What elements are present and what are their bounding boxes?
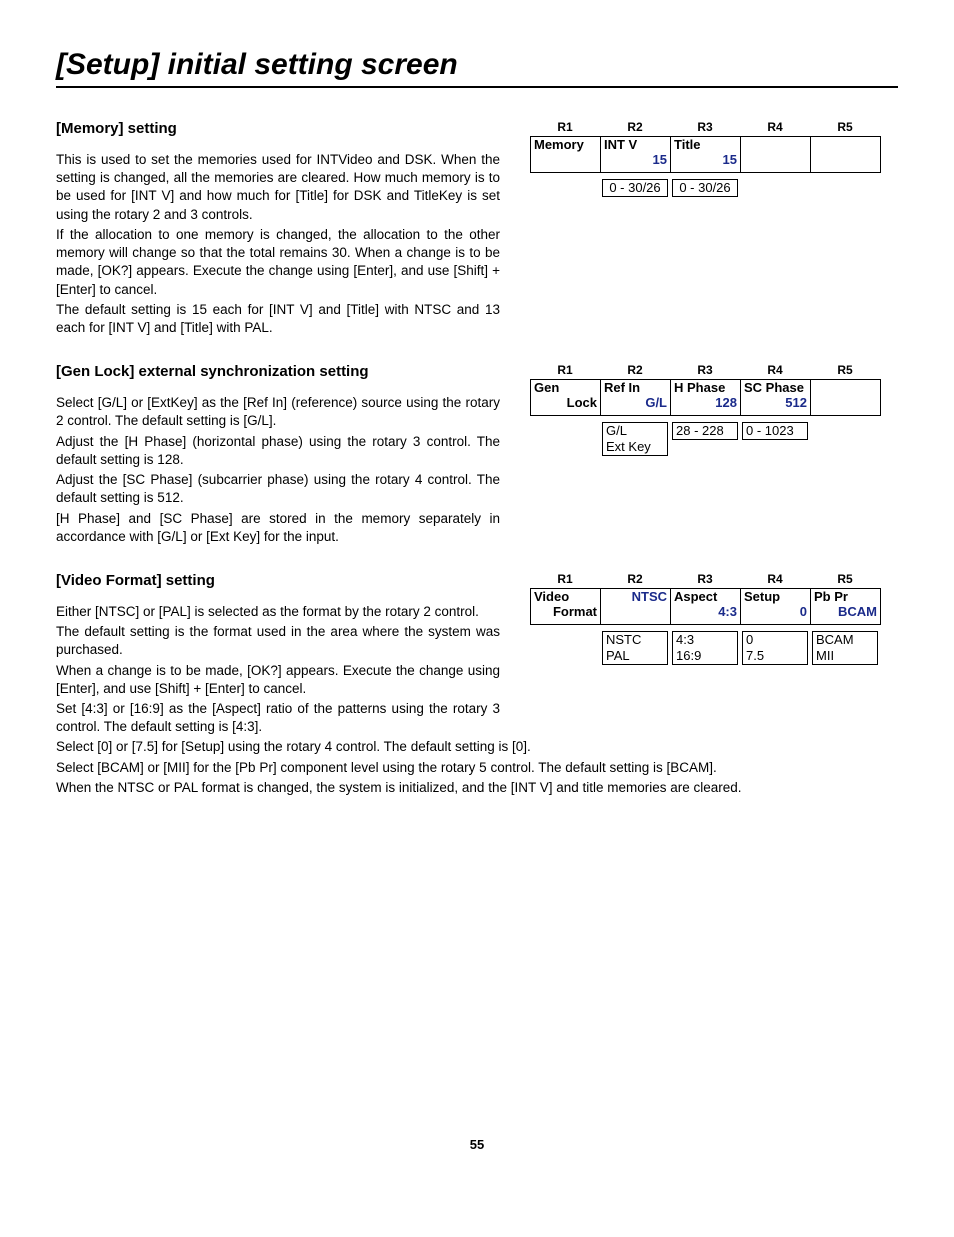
memory-range-r3: 0 - 30/26 — [672, 179, 738, 197]
genlock-p2: Adjust the [H Phase] (horizontal phase) … — [56, 433, 500, 469]
video-c2: NTSC — [601, 588, 671, 624]
video-p5: Select [0] or [7.5] for [Setup] using th… — [56, 738, 898, 756]
video-c3: Aspect4:3 — [671, 588, 741, 624]
r5-label: R5 — [810, 120, 880, 134]
genlock-c5 — [811, 380, 881, 416]
r4-label: R4 — [740, 363, 810, 377]
memory-p2: If the allocation to one memory is chang… — [56, 226, 500, 299]
genlock-p4: [H Phase] and [SC Phase] are stored in t… — [56, 510, 500, 546]
genlock-p1: Select [G/L] or [ExtKey] as the [Ref In]… — [56, 394, 500, 430]
r5-label: R5 — [810, 363, 880, 377]
genlock-c3: H Phase128 — [671, 380, 741, 416]
video-opts-r2: NSTCPAL — [602, 631, 668, 665]
video-p2: The default setting is the format used i… — [56, 623, 500, 659]
memory-c3: Title15 — [671, 137, 741, 173]
video-c5: Pb PrBCAM — [811, 588, 881, 624]
video-opts-r3: 4:316:9 — [672, 631, 738, 665]
genlock-p3: Adjust the [SC Phase] (subcarrier phase)… — [56, 471, 500, 507]
video-table: R1 R2 R3 R4 R5 Video Format NTSC Aspect4… — [530, 572, 898, 665]
video-opts-r5: BCAMMII — [812, 631, 878, 665]
video-p4: Set [4:3] or [16:9] as the [Aspect] rati… — [56, 700, 500, 736]
genlock-c2: Ref InG/L — [601, 380, 671, 416]
r4-label: R4 — [740, 120, 810, 134]
memory-table: R1 R2 R3 R4 R5 Memory INT V15 Title15 0 … — [530, 120, 898, 197]
genlock-opts-r2: G/L Ext Key — [602, 422, 668, 456]
memory-c2: INT V15 — [601, 137, 671, 173]
r5-label: R5 — [810, 572, 880, 586]
video-p7: When the NTSC or PAL format is changed, … — [56, 779, 898, 797]
video-p1: Either [NTSC] or [PAL] is selected as th… — [56, 603, 500, 621]
r1-label: R1 — [530, 572, 600, 586]
genlock-c4: SC Phase512 — [741, 380, 811, 416]
page-number: 55 — [56, 1137, 898, 1152]
video-heading: [Video Format] setting — [56, 572, 500, 589]
page-title: [Setup] initial setting screen — [56, 48, 898, 88]
memory-p1: This is used to set the memories used fo… — [56, 151, 500, 224]
r2-label: R2 — [600, 120, 670, 134]
video-c1: Video Format — [531, 588, 601, 624]
memory-c1: Memory — [531, 137, 601, 173]
memory-c5 — [811, 137, 881, 173]
memory-heading: [Memory] setting — [56, 120, 500, 137]
video-p6: Select [BCAM] or [MII] for the [Pb Pr] c… — [56, 759, 898, 777]
genlock-table: R1 R2 R3 R4 R5 Gen Lock Ref InG/L H Phas… — [530, 363, 898, 456]
r3-label: R3 — [670, 120, 740, 134]
memory-p3: The default setting is 15 each for [INT … — [56, 301, 500, 337]
r4-label: R4 — [740, 572, 810, 586]
genlock-range-r3: 28 - 228 — [672, 422, 738, 440]
genlock-heading: [Gen Lock] external synchronization sett… — [56, 363, 500, 380]
r3-label: R3 — [670, 572, 740, 586]
memory-c4 — [741, 137, 811, 173]
video-p3: When a change is to be made, [OK?] appea… — [56, 662, 500, 698]
genlock-range-r4: 0 - 1023 — [742, 422, 808, 440]
r1-label: R1 — [530, 120, 600, 134]
memory-range-r2: 0 - 30/26 — [602, 179, 668, 197]
r2-label: R2 — [600, 572, 670, 586]
r2-label: R2 — [600, 363, 670, 377]
video-c4: Setup0 — [741, 588, 811, 624]
r3-label: R3 — [670, 363, 740, 377]
genlock-c1: Gen Lock — [531, 380, 601, 416]
r1-label: R1 — [530, 363, 600, 377]
video-opts-r4: 07.5 — [742, 631, 808, 665]
